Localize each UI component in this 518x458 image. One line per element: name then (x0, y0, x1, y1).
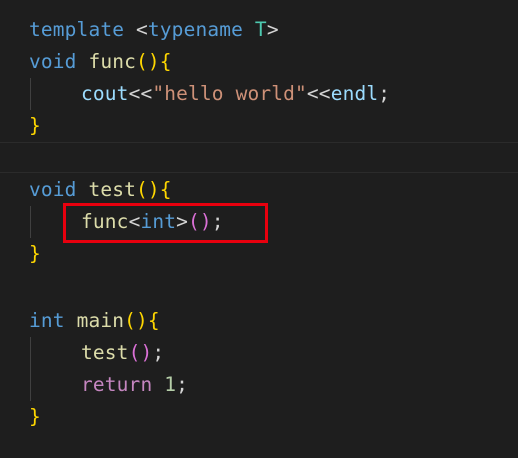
angle-close: > (266, 18, 279, 41)
number-literal: 1 (164, 373, 177, 396)
semicolon: ; (378, 82, 391, 105)
brace-close: } (29, 242, 41, 265)
code-line-13[interactable]: } (29, 401, 41, 433)
brace-open: { (159, 178, 172, 201)
keyword-typename: typename (147, 18, 244, 41)
indent-guide (30, 206, 31, 238)
keyword-void: void (29, 50, 77, 73)
code-line-4[interactable]: } (29, 110, 41, 142)
red-highlight-box (63, 203, 268, 243)
angle-open: < (136, 18, 148, 41)
keyword-int: int (29, 309, 65, 332)
code-editor[interactable]: template <typename T> void func(){ cout<… (0, 0, 518, 458)
brace-close: } (29, 405, 41, 428)
keyword-return: return (81, 373, 153, 396)
stream-operator: << (306, 82, 331, 105)
indent-guide (30, 78, 31, 110)
current-line-highlight (0, 142, 518, 173)
keyword-template: template (29, 18, 125, 41)
code-line-6[interactable]: void test(){ (29, 174, 172, 206)
brace-open: { (147, 309, 160, 332)
brace-open: { (159, 50, 172, 73)
code-line-11[interactable]: test(); (81, 337, 164, 369)
code-line-12[interactable]: return 1; (81, 369, 188, 401)
indent-guide (30, 337, 31, 401)
function-name-main: main (76, 309, 125, 332)
semicolon: ; (152, 341, 165, 364)
function-name-test: test (88, 178, 137, 201)
parentheses: () (124, 309, 148, 332)
identifier-cout: cout (81, 82, 129, 105)
string-literal: "hello world" (152, 82, 307, 105)
brace-close: } (29, 114, 41, 137)
code-line-2[interactable]: void func(){ (29, 46, 172, 78)
stream-operator: << (128, 82, 153, 105)
parentheses: () (136, 50, 160, 73)
keyword-void: void (29, 178, 77, 201)
parentheses: () (128, 341, 153, 364)
type-param-T: T (254, 18, 267, 41)
identifier-endl: endl (330, 82, 379, 105)
function-call-test: test (81, 341, 129, 364)
semicolon: ; (176, 373, 189, 396)
code-line-8[interactable]: } (29, 238, 41, 270)
function-name-func: func (88, 50, 137, 73)
code-line-1[interactable]: template <typename T> (29, 14, 279, 46)
parentheses: () (136, 178, 160, 201)
code-line-3[interactable]: cout<<"hello world"<<endl; (81, 78, 390, 110)
code-line-10[interactable]: int main(){ (29, 305, 160, 337)
